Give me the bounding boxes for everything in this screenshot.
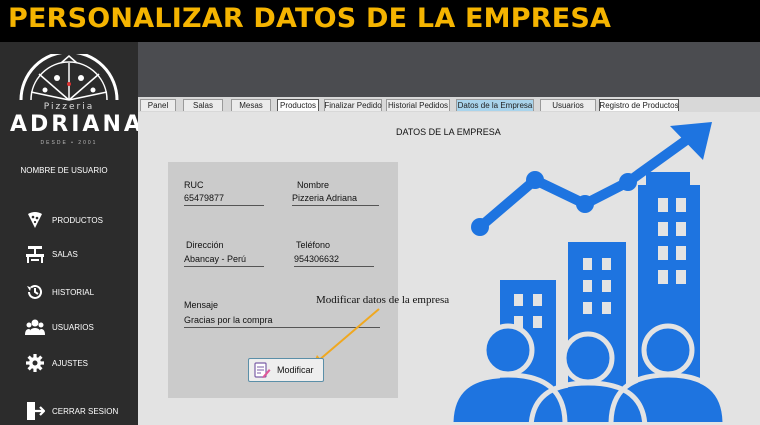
top-bar xyxy=(138,42,760,97)
modificar-label: Modificar xyxy=(277,365,314,375)
logo-title: ADRIANA xyxy=(10,112,144,137)
sidebar-item-label: PRODUCTOS xyxy=(52,215,103,225)
annotation-arrow-icon xyxy=(312,308,380,367)
sidebar-item-label: USUARIOS xyxy=(52,322,94,332)
banner: PERSONALIZAR DATOS DE LA EMPRESA xyxy=(0,0,760,42)
pizza-slice-icon xyxy=(24,209,46,231)
sidebar-item-label: CERRAR SESION xyxy=(52,406,119,416)
modificar-button[interactable]: Modificar xyxy=(248,358,324,382)
logo-tagline: DESDE • 2001 xyxy=(40,140,98,146)
dining-table-icon xyxy=(24,243,46,265)
logo-subtitle: Pizzeria xyxy=(43,102,95,112)
pizza-logo-icon xyxy=(19,54,119,101)
logo: Pizzeria ADRIANA DESDE • 2001 xyxy=(10,54,144,148)
users-icon xyxy=(24,316,46,338)
logout-icon xyxy=(24,400,46,422)
sidebar-item-historial[interactable]: HISTORIAL xyxy=(24,280,94,304)
history-icon xyxy=(24,281,46,303)
main-panel: Panel Salas Mesas Productos Finalizar Pe… xyxy=(138,97,760,425)
sidebar-item-salas[interactable]: SALAS xyxy=(24,242,78,266)
username-label: NOMBRE DE USUARIO xyxy=(20,166,108,175)
sidebar-item-ajustes[interactable]: AJUSTES xyxy=(24,351,88,375)
sidebar-item-label: SALAS xyxy=(52,249,78,259)
edit-document-icon xyxy=(254,362,271,378)
sidebar-item-label: AJUSTES xyxy=(52,358,89,368)
sidebar-item-label: HISTORIAL xyxy=(52,287,95,297)
sidebar-item-cerrar-sesion[interactable]: CERRAR SESION xyxy=(24,399,118,423)
sidebar: Pizzeria ADRIANA DESDE • 2001 NOMBRE DE … xyxy=(0,42,144,425)
gear-icon xyxy=(24,352,46,374)
sidebar-item-usuarios[interactable]: USUARIOS xyxy=(24,315,94,339)
sidebar-item-productos[interactable]: PRODUCTOS xyxy=(24,208,103,232)
banner-title: PERSONALIZAR DATOS DE LA EMPRESA xyxy=(8,3,612,34)
